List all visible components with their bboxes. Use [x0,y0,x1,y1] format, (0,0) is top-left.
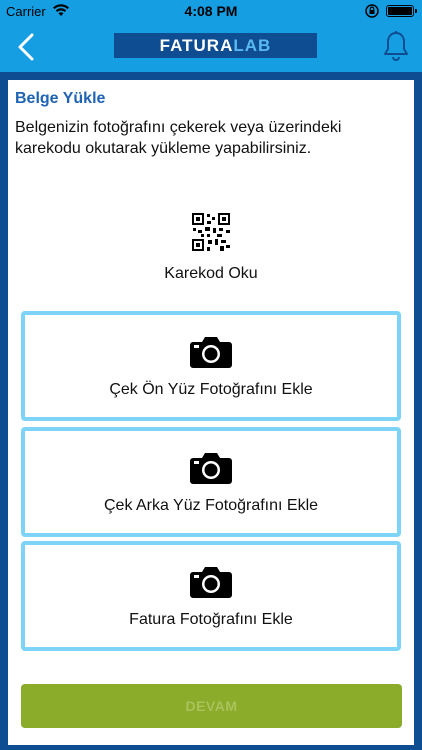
page-title: Belge Yükle [15,90,106,107]
logo-text-secondary: LAB [233,35,272,55]
camera-icon [190,337,232,368]
qr-code-icon [191,212,231,252]
upload-panel: Belge Yükle Belgenizin fotoğrafını çeker… [8,80,414,745]
camera-icon [190,567,232,598]
card-label: Fatura Fotoğrafını Ekle [129,611,293,628]
nav-bar: FATURA LAB [0,22,422,72]
faturalab-logo: FATURA LAB [114,33,317,58]
continue-button[interactable]: DEVAM [21,684,402,728]
qr-scan-button[interactable]: Karekod Oku [8,212,414,283]
card-label: Çek Ön Yüz Fotoğrafını Ekle [109,381,313,398]
upload-description: Belgenizin fotoğrafını çekerek veya üzer… [15,119,342,157]
back-arrow-icon[interactable] [12,32,42,62]
rotation-lock-icon [365,4,379,18]
add-check-back-photo-button[interactable]: Çek Arka Yüz Fotoğrafını Ekle [21,427,401,537]
status-time: 4:08 PM [184,3,238,19]
bell-icon[interactable] [382,30,410,62]
camera-icon [190,453,232,484]
logo-text-primary: FATURA [159,35,234,55]
add-check-front-photo-button[interactable]: Çek Ön Yüz Fotoğrafını Ekle [21,311,401,421]
add-invoice-photo-button[interactable]: Fatura Fotoğrafını Ekle [21,541,401,651]
qr-scan-label: Karekod Oku [164,265,258,282]
battery-icon [386,5,417,17]
card-label: Çek Arka Yüz Fotoğrafını Ekle [103,497,319,514]
status-bar: Carrier 4:08 PM [0,0,422,22]
